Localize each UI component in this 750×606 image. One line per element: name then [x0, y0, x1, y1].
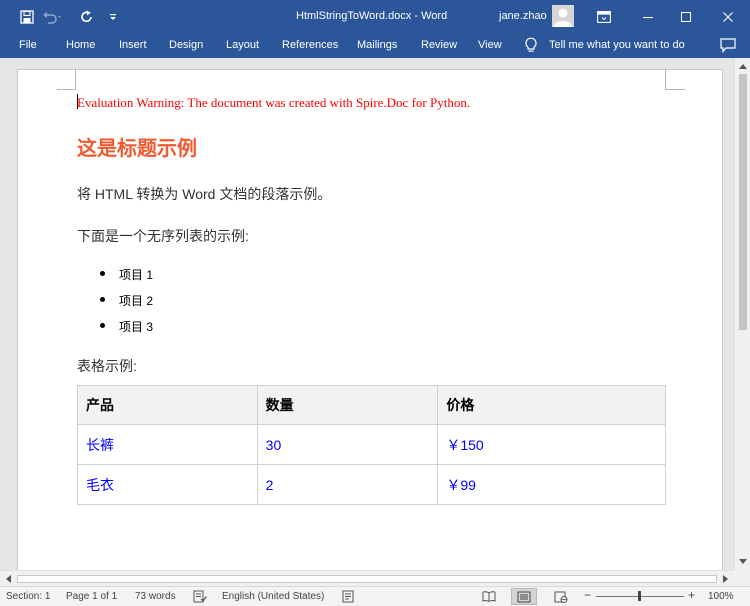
scroll-right-icon[interactable]	[718, 571, 734, 587]
bullet-icon	[100, 297, 105, 302]
table-cell: 毛衣	[77, 464, 258, 505]
redo-icon[interactable]	[74, 0, 100, 33]
scroll-up-icon[interactable]	[735, 58, 750, 74]
horizontal-scrollbar[interactable]	[0, 570, 734, 586]
tell-me-box[interactable]: Tell me what you want to do	[549, 39, 685, 51]
table-cell: ￥99	[437, 464, 666, 505]
status-bar: Section: 1 Page 1 of 1 73 words English …	[0, 586, 750, 606]
document-area: Evaluation Warning: The document was cre…	[0, 58, 734, 570]
tab-references[interactable]: References	[282, 39, 338, 51]
tab-file[interactable]: File	[19, 39, 37, 51]
save-icon[interactable]	[14, 0, 40, 33]
list-item: 项目 2	[119, 294, 154, 308]
scrollbar-corner	[734, 570, 750, 586]
maximize-icon[interactable]	[665, 0, 707, 33]
proofing-icon[interactable]	[193, 590, 207, 606]
product-table: 产品 数量 价格 长裤 30 ￥150 毛衣 2 ￥99	[77, 385, 666, 505]
table-header-row: 产品 数量 价格	[77, 385, 666, 425]
document-page[interactable]: Evaluation Warning: The document was cre…	[17, 69, 723, 570]
read-mode-icon[interactable]	[476, 588, 502, 605]
paragraph-html-to-word: 将 HTML 转换为 Word 文档的段落示例。	[77, 186, 332, 202]
comment-icon[interactable]	[720, 38, 736, 54]
print-layout-icon[interactable]	[511, 588, 537, 605]
tab-design[interactable]: Design	[169, 39, 203, 51]
customize-icon[interactable]	[100, 0, 126, 33]
list-item: 项目 3	[119, 320, 154, 334]
minimize-icon[interactable]	[627, 0, 669, 33]
undo-icon[interactable]	[40, 0, 66, 33]
status-page[interactable]: Page 1 of 1	[66, 591, 117, 602]
status-word-count[interactable]: 73 words	[135, 591, 176, 602]
table-cell: ￥150	[437, 424, 666, 465]
scroll-thumb[interactable]	[739, 74, 747, 330]
tab-insert[interactable]: Insert	[119, 39, 147, 51]
table-row: 长裤 30 ￥150	[77, 424, 666, 465]
zoom-in-button[interactable]: +	[688, 588, 695, 602]
table-cell: 2	[256, 464, 439, 505]
table-cell: 30	[256, 424, 439, 465]
web-layout-icon[interactable]	[548, 588, 574, 605]
status-section[interactable]: Section: 1	[6, 591, 50, 602]
tab-home[interactable]: Home	[66, 39, 95, 51]
tab-view[interactable]: View	[478, 39, 502, 51]
ribbon-display-options-icon[interactable]	[583, 0, 625, 33]
paragraph-list-intro: 下面是一个无序列表的示例:	[77, 228, 249, 244]
document-heading: 这是标题示例	[77, 138, 197, 160]
tab-review[interactable]: Review	[421, 39, 457, 51]
horizontal-scroll-thumb[interactable]	[17, 575, 717, 583]
user-name[interactable]: jane.zhao	[499, 10, 547, 22]
tab-layout[interactable]: Layout	[226, 39, 259, 51]
accessibility-icon[interactable]	[342, 590, 354, 606]
window-title: HtmlStringToWord.docx - Word	[296, 10, 448, 22]
scroll-left-icon[interactable]	[0, 571, 16, 587]
evaluation-warning: Evaluation Warning: The document was cre…	[77, 95, 471, 110]
table-caption: 表格示例:	[77, 358, 137, 374]
margin-mark-top-left	[57, 69, 76, 90]
bullet-icon	[100, 271, 105, 276]
table-row: 毛衣 2 ￥99	[77, 464, 666, 505]
margin-mark-top-right	[665, 69, 685, 90]
zoom-out-button[interactable]: −	[584, 588, 591, 602]
table-header-cell: 数量	[256, 385, 439, 425]
zoom-slider-thumb[interactable]	[638, 591, 641, 601]
table-header-cell: 产品	[77, 385, 258, 425]
table-cell: 长裤	[77, 424, 258, 465]
table-header-cell: 价格	[437, 385, 666, 425]
title-bar: HtmlStringToWord.docx - Word jane.zhao	[0, 0, 750, 33]
avatar[interactable]	[552, 5, 574, 27]
status-language[interactable]: English (United States)	[222, 591, 324, 602]
zoom-level[interactable]: 100%	[708, 591, 734, 602]
scroll-down-icon[interactable]	[735, 554, 750, 570]
bullet-icon	[100, 323, 105, 328]
ribbon-tab-bar: File Home Insert Design Layout Reference…	[0, 33, 750, 58]
list-item: 项目 1	[119, 268, 154, 282]
tab-mailings[interactable]: Mailings	[357, 39, 397, 51]
lightbulb-icon[interactable]	[524, 37, 538, 53]
vertical-scrollbar[interactable]	[734, 58, 750, 570]
close-icon[interactable]	[707, 0, 749, 33]
